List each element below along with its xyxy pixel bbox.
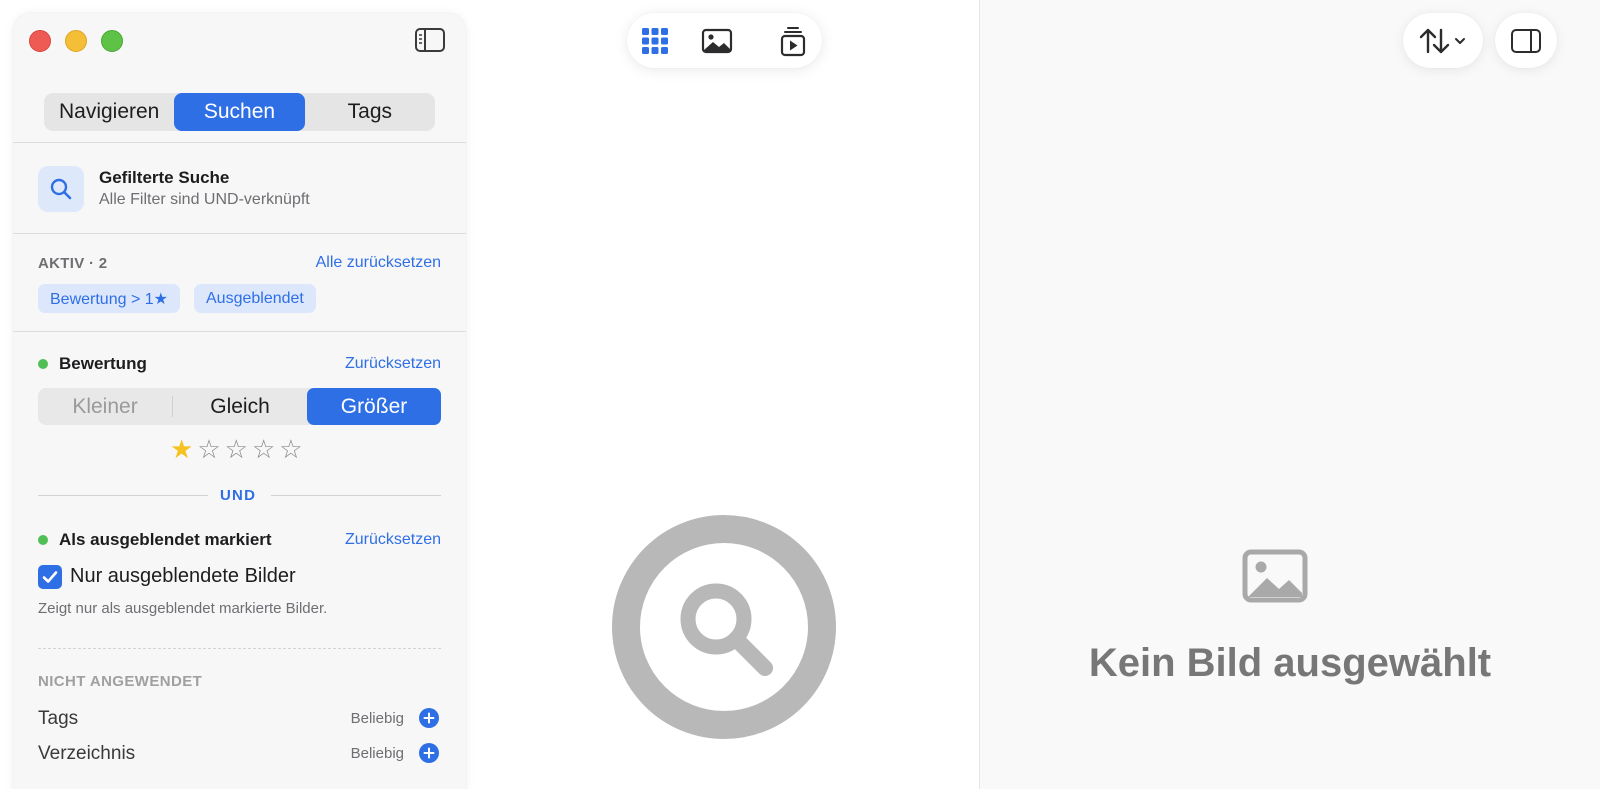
- star-rating: ★ ☆ ☆ ☆ ☆: [170, 437, 303, 463]
- not-applied-row-label: Tags: [38, 708, 79, 729]
- reset-all-link[interactable]: Alle zurücksetzen: [316, 254, 441, 272]
- sidebar: Navigieren Suchen Tags Gefilterte Suche …: [13, 13, 466, 789]
- star-empty-icon[interactable]: ☆: [279, 437, 302, 463]
- search-icon: [38, 166, 84, 212]
- divider-right: [271, 495, 441, 496]
- zoom-window-button[interactable]: [101, 30, 123, 52]
- not-applied-row-value: Beliebig: [350, 745, 404, 762]
- not-applied-row-value: Beliebig: [350, 710, 404, 727]
- star-filled-icon[interactable]: ★: [170, 437, 193, 463]
- grid-view-icon[interactable]: [639, 25, 671, 57]
- view-mode-toolbar: [627, 13, 822, 68]
- sidebar-toggle-icon[interactable]: [414, 27, 446, 53]
- star-empty-icon[interactable]: ☆: [225, 437, 248, 463]
- divider: [13, 233, 466, 234]
- sort-order-button[interactable]: [1403, 13, 1483, 68]
- not-applied-row-label: Verzeichnis: [38, 743, 136, 764]
- hidden-reset-link[interactable]: Zurücksetzen: [345, 531, 441, 549]
- hidden-only-description: Zeigt nur als ausgeblendet markierte Bil…: [38, 600, 328, 617]
- rating-comparison-selector: Kleiner Gleich Größer: [38, 388, 441, 425]
- minimize-window-button[interactable]: [65, 30, 87, 52]
- detail-panel: Kein Bild ausgewählt: [979, 0, 1600, 789]
- hidden-only-checkbox[interactable]: [38, 565, 62, 589]
- hidden-only-label: Nur ausgeblendete Bilder: [70, 565, 296, 587]
- add-folder-filter-button[interactable]: [419, 743, 439, 763]
- inspector-toggle-icon[interactable]: [1495, 13, 1557, 68]
- tab-suchen[interactable]: Suchen: [174, 93, 305, 131]
- active-filters-label: AKTIV · 2: [38, 255, 108, 272]
- no-image-icon: [1242, 549, 1308, 608]
- star-empty-icon[interactable]: ☆: [252, 437, 275, 463]
- divider: [13, 331, 466, 332]
- filter-active-dot: [38, 535, 48, 545]
- slideshow-icon[interactable]: [777, 25, 809, 57]
- single-image-view-icon[interactable]: [701, 25, 733, 57]
- search-header-subtitle: Alle Filter sind UND-verknüpft: [99, 191, 310, 208]
- active-filter-chip[interactable]: Ausgeblendet: [194, 284, 316, 313]
- sidebar-mode-tabs: Navigieren Suchen Tags: [44, 93, 435, 131]
- dashed-divider: [38, 648, 441, 649]
- option-groesser[interactable]: Größer: [307, 388, 441, 425]
- empty-search-icon: [612, 515, 836, 739]
- active-filter-chip[interactable]: Bewertung > 1★: [38, 284, 180, 313]
- option-kleiner[interactable]: Kleiner: [38, 388, 172, 425]
- not-applied-label: NICHT ANGEWENDET: [38, 673, 203, 690]
- search-header-title: Gefilterte Suche: [99, 168, 230, 187]
- no-selection-title: Kein Bild ausgewählt: [1088, 641, 1492, 685]
- star-empty-icon[interactable]: ☆: [197, 437, 220, 463]
- close-window-button[interactable]: [29, 30, 51, 52]
- rating-filter-title: Bewertung: [59, 354, 147, 373]
- filter-active-dot: [38, 359, 48, 369]
- divider: [13, 142, 466, 143]
- rating-reset-link[interactable]: Zurücksetzen: [345, 355, 441, 373]
- option-gleich[interactable]: Gleich: [173, 388, 307, 425]
- tab-tags[interactable]: Tags: [305, 93, 435, 131]
- hidden-filter-title: Als ausgeblendet markiert: [59, 530, 272, 549]
- divider-left: [38, 495, 208, 496]
- tab-navigieren[interactable]: Navigieren: [44, 93, 174, 131]
- add-tag-filter-button[interactable]: [419, 708, 439, 728]
- conjunction-label: UND: [220, 487, 257, 504]
